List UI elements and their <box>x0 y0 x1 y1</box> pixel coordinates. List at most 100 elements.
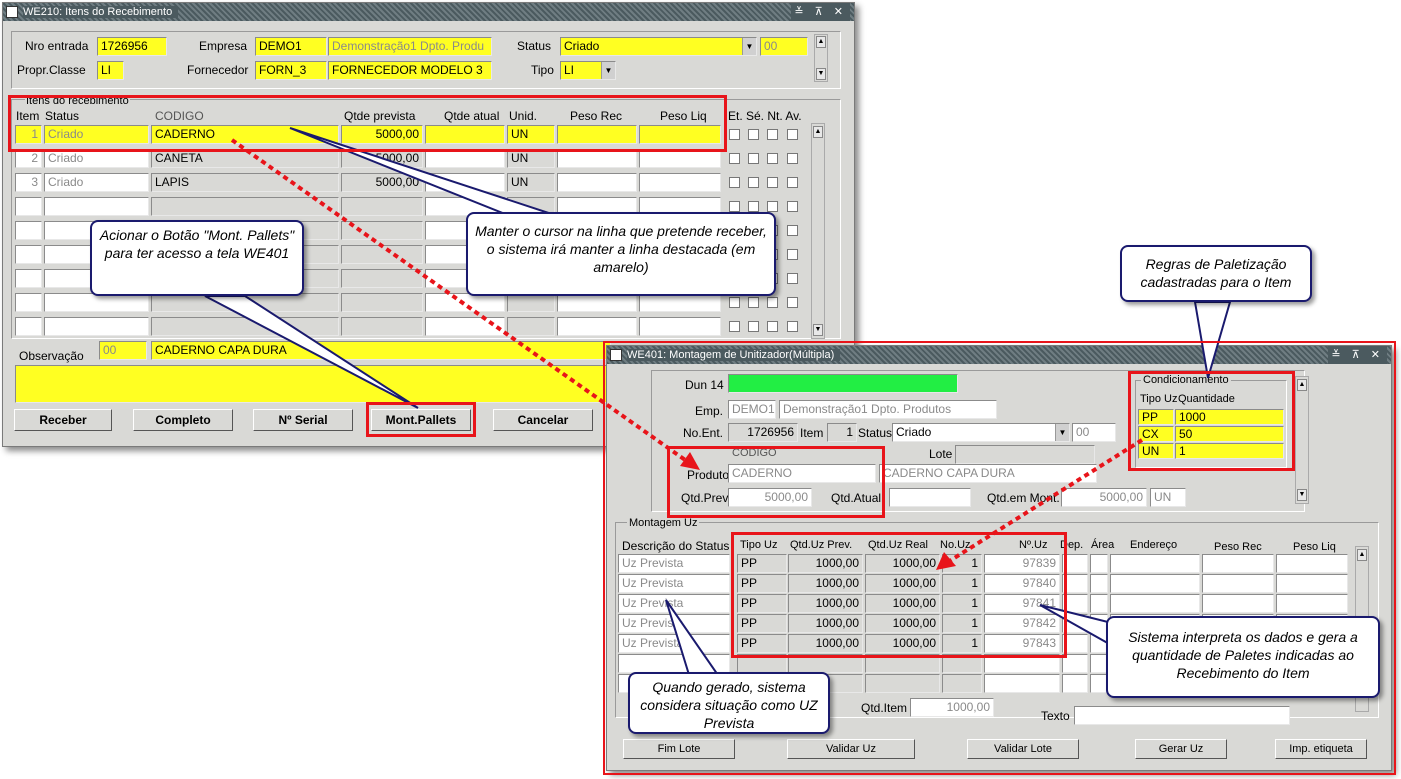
we210-titlebar: WE210: Itens do Recebimento ≚ ⊼ ✕ <box>3 3 854 21</box>
completo-button[interactable]: Completo <box>133 409 233 431</box>
observacao-label: Observação <box>19 349 84 363</box>
callout-mont-pallets: Acionar o Botão "Mont. Pallets" para ter… <box>90 220 304 296</box>
header-scrollbar[interactable]: ▲ ▼ <box>814 34 828 82</box>
flag-checkbox[interactable] <box>767 177 778 188</box>
empresa-code-field[interactable]: DEMO1 <box>255 37 327 56</box>
flag-checkbox[interactable] <box>729 201 740 212</box>
flag-checkbox[interactable] <box>787 297 798 308</box>
row3-codigo[interactable]: LAPIS <box>151 173 339 192</box>
flag-checkbox[interactable] <box>787 201 798 212</box>
flag-checkbox[interactable] <box>748 153 759 164</box>
empty-row-item[interactable] <box>15 197 42 216</box>
row3-peso-rec[interactable] <box>557 173 637 192</box>
flag-checkbox[interactable] <box>787 249 798 260</box>
empty-row-codigo[interactable] <box>151 197 339 216</box>
fornecedor-name-field: FORNECEDOR MODELO 3 <box>328 61 492 80</box>
nro-entrada-field[interactable]: 1726956 <box>97 37 167 56</box>
row3-qtde-prevista[interactable]: 5000,00 <box>341 173 423 192</box>
status-label: Status <box>517 39 552 53</box>
we210-title: WE210: Itens do Recebimento <box>23 6 179 18</box>
empty-row-unid[interactable] <box>507 317 555 336</box>
empty-row-qtde[interactable] <box>341 269 423 288</box>
empty-row-qtde[interactable] <box>341 221 423 240</box>
scroll-up-icon[interactable]: ▲ <box>816 36 826 48</box>
empty-row-liq[interactable] <box>639 317 721 336</box>
highlight-mont-pallets-box <box>366 402 476 437</box>
flag-checkbox[interactable] <box>767 321 778 332</box>
tipo-select[interactable]: LI ▼ <box>560 61 616 80</box>
flag-checkbox[interactable] <box>729 297 740 308</box>
callout-cursor: Manter o cursor na linha que pretende re… <box>466 212 776 296</box>
flag-checkbox[interactable] <box>767 201 778 212</box>
callout-gerado: Quando gerado, sistema considera situaçã… <box>628 672 830 734</box>
highlight-cond-box <box>1128 371 1295 471</box>
status-code-field: 00 <box>760 37 808 56</box>
scroll-up-icon[interactable]: ▲ <box>813 126 823 138</box>
flag-checkbox[interactable] <box>787 153 798 164</box>
empty-row-status[interactable] <box>44 197 149 216</box>
row3-peso-liq[interactable] <box>639 173 721 192</box>
flag-checkbox[interactable] <box>748 201 759 212</box>
empty-row-qtde[interactable] <box>341 293 423 312</box>
highlight-uz-box <box>731 532 1067 658</box>
nro-entrada-label: Nro entrada <box>25 39 89 53</box>
observacao-text-area[interactable] <box>15 365 611 403</box>
empresa-name-field: Demonstração1 Dpto. Produ <box>328 37 492 56</box>
empty-row-status[interactable] <box>44 317 149 336</box>
callout-regras: Regras de Paletização cadastradas para o… <box>1120 245 1312 302</box>
items-scrollbar[interactable]: ▲ ▼ <box>811 123 825 339</box>
observacao-code-field: 00 <box>99 341 147 360</box>
row3-unid[interactable]: UN <box>507 173 555 192</box>
flag-checkbox[interactable] <box>748 321 759 332</box>
flag-checkbox[interactable] <box>787 225 798 236</box>
empty-row-item[interactable] <box>15 269 42 288</box>
col-flags: Et. Sé. Nt. Av. <box>728 109 802 123</box>
serial-button[interactable]: Nº Serial <box>253 409 353 431</box>
empty-row-item[interactable] <box>15 245 42 264</box>
empty-row-atual[interactable] <box>425 317 505 336</box>
status-value: Criado <box>564 39 600 53</box>
flag-checkbox[interactable] <box>767 153 778 164</box>
propr-classe-label: Propr.Classe <box>17 63 86 77</box>
flag-checkbox[interactable] <box>787 177 798 188</box>
empty-row-qtde[interactable] <box>341 197 423 216</box>
row3-item[interactable]: 3 <box>15 173 42 192</box>
chevron-down-icon[interactable]: ▼ <box>601 62 615 79</box>
fornecedor-code-field[interactable]: FORN_3 <box>255 61 327 80</box>
empty-row-item[interactable] <box>15 317 42 336</box>
empty-row-rec[interactable] <box>557 317 637 336</box>
empty-row-qtde[interactable] <box>341 245 423 264</box>
tipo-value: LI <box>564 63 575 77</box>
scroll-down-icon[interactable]: ▼ <box>816 68 826 80</box>
flag-checkbox[interactable] <box>787 273 798 284</box>
window-controls-icon[interactable]: ≚ ⊼ ✕ <box>791 3 850 21</box>
empresa-label: Empresa <box>199 39 248 53</box>
empty-row-qtde[interactable] <box>341 317 423 336</box>
row3-qtde-atual[interactable] <box>425 173 505 192</box>
flag-checkbox[interactable] <box>748 129 759 140</box>
flag-checkbox[interactable] <box>787 129 798 140</box>
callout-interpreta: Sistema interpreta os dados e gera a qua… <box>1106 616 1380 698</box>
flag-checkbox[interactable] <box>748 177 759 188</box>
empty-row-codigo[interactable] <box>151 317 339 336</box>
chevron-down-icon[interactable]: ▼ <box>742 38 756 55</box>
flag-checkbox[interactable] <box>729 153 740 164</box>
fornecedor-label: Fornecedor <box>187 63 249 77</box>
scroll-down-icon[interactable]: ▼ <box>813 324 823 336</box>
flag-checkbox[interactable] <box>729 321 740 332</box>
flag-checkbox[interactable] <box>767 297 778 308</box>
propr-classe-field[interactable]: LI <box>97 61 124 80</box>
flag-checkbox[interactable] <box>787 321 798 332</box>
flag-checkbox[interactable] <box>767 129 778 140</box>
flag-checkbox[interactable] <box>729 129 740 140</box>
receber-button[interactable]: Receber <box>14 409 112 431</box>
row3-status[interactable]: Criado <box>44 173 149 192</box>
highlight-row-box <box>8 95 727 152</box>
status-select[interactable]: Criado ▼ <box>560 37 757 56</box>
flag-checkbox[interactable] <box>748 297 759 308</box>
empty-row-item[interactable] <box>15 221 42 240</box>
app-icon <box>6 6 18 18</box>
flag-checkbox[interactable] <box>729 177 740 188</box>
cancelar-button[interactable]: Cancelar <box>493 409 593 431</box>
empty-row-item[interactable] <box>15 293 42 312</box>
